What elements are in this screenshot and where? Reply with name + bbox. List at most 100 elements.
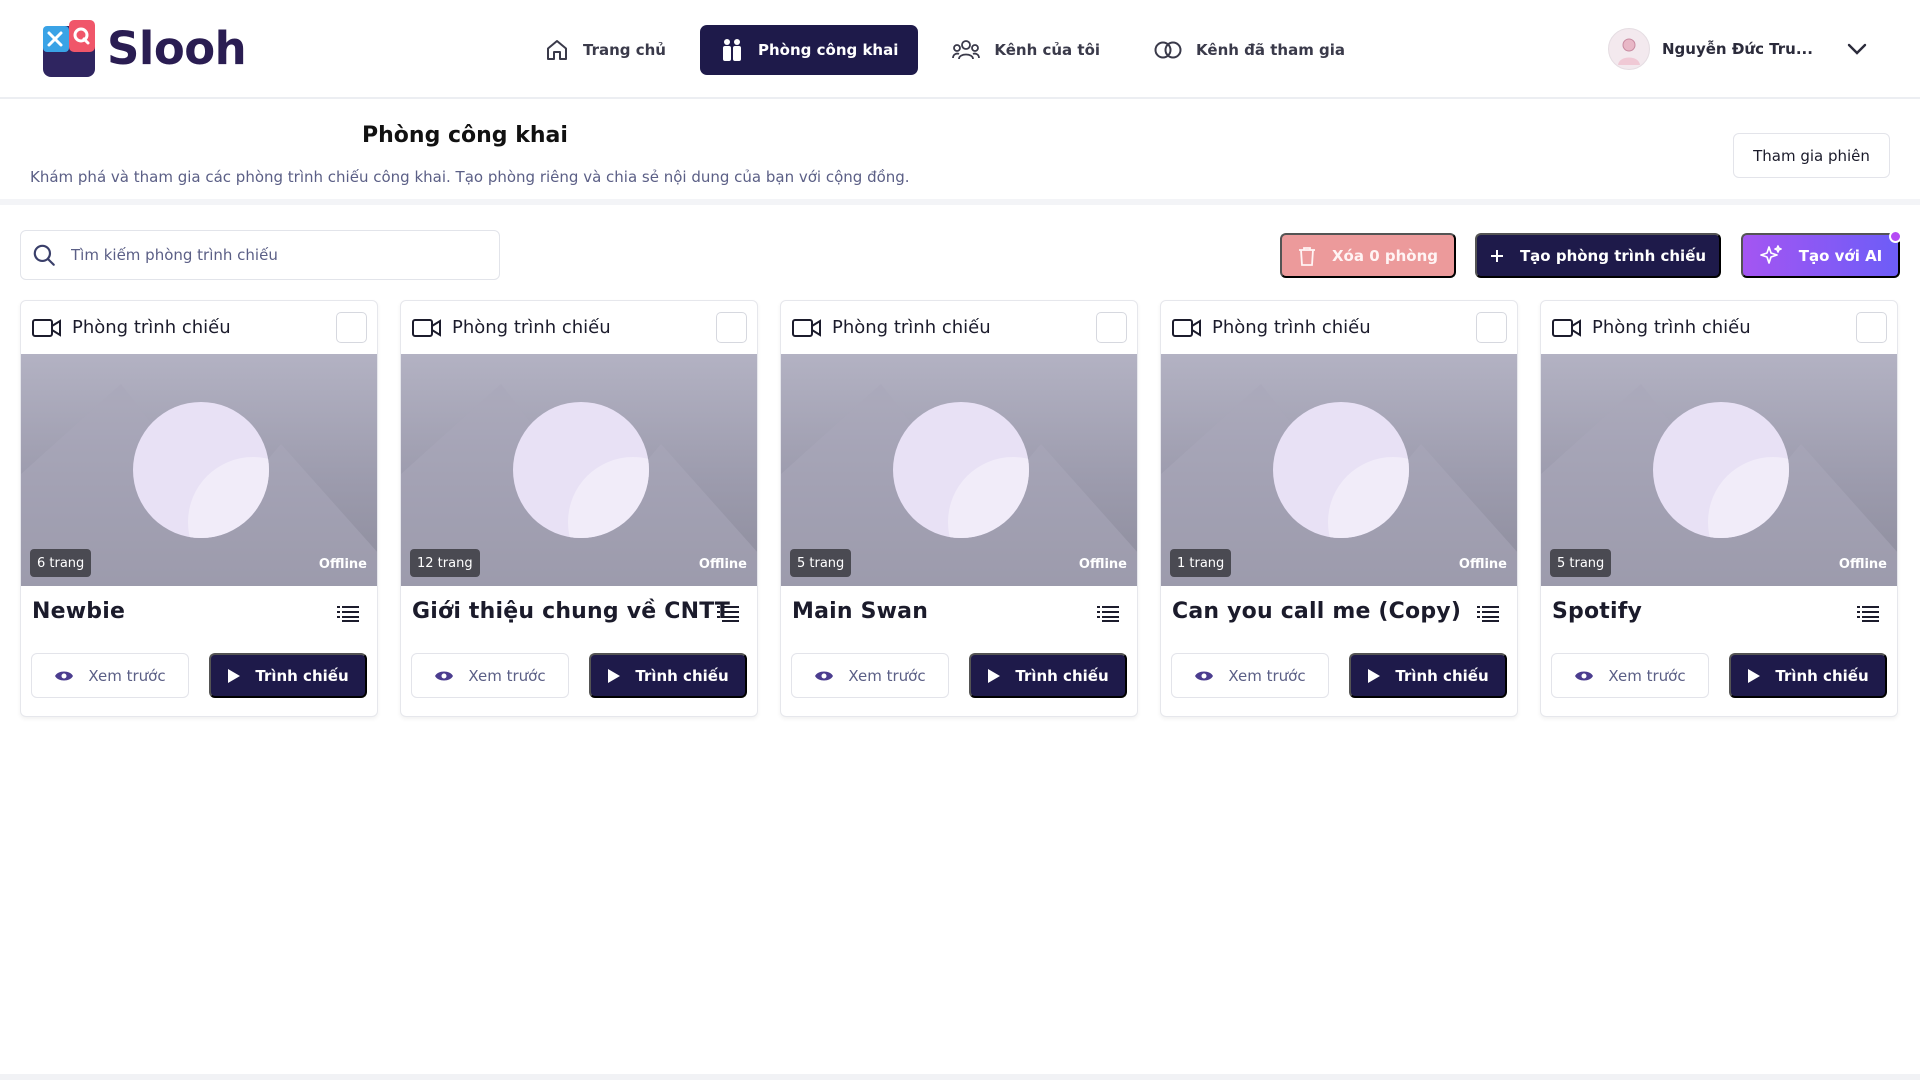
- main-nav: Trang chủ Phòng công khai Kênh của tôi K…: [525, 25, 1365, 75]
- app-name: Slooh: [107, 21, 247, 75]
- status-badge: Offline: [318, 557, 367, 572]
- delete-rooms-label: Xóa 0 phòng: [1331, 246, 1438, 265]
- preview-label: Xem trước: [1608, 666, 1686, 685]
- nav-item-home[interactable]: Trang chủ: [525, 25, 686, 75]
- list-menu-icon[interactable]: [717, 606, 739, 622]
- bottom-divider: [0, 1074, 1920, 1080]
- delete-rooms-button[interactable]: Xóa 0 phòng: [1280, 233, 1456, 278]
- room-type-label: Phòng trình chiếu: [72, 317, 231, 338]
- preview-label: Xem trước: [88, 666, 166, 685]
- eye-icon: [1195, 671, 1214, 680]
- chevron-down-icon[interactable]: [1846, 42, 1868, 56]
- card-title-row: Can you call me (Copy): [1161, 586, 1517, 646]
- people-icon: [723, 39, 741, 61]
- avatar[interactable]: [1608, 28, 1650, 70]
- room-card[interactable]: Phòng trình chiếu 5 trang Offline Spotif…: [1540, 300, 1898, 717]
- room-card[interactable]: Phòng trình chiếu 1 trang Offline Can yo…: [1160, 300, 1518, 717]
- create-room-label: Tạo phòng trình chiếu: [1519, 246, 1707, 265]
- user-menu[interactable]: Nguyễn Đức Tru...: [1608, 28, 1868, 70]
- search-box[interactable]: [20, 230, 500, 280]
- present-button[interactable]: Trình chiếu: [1349, 653, 1507, 698]
- nav-item-public-rooms[interactable]: Phòng công khai: [700, 25, 919, 75]
- card-actions: Xem trước Trình chiếu: [791, 653, 1127, 698]
- room-thumbnail[interactable]: 6 trang Offline: [21, 354, 377, 586]
- select-checkbox[interactable]: [1096, 312, 1127, 343]
- present-label: Trình chiếu: [1775, 666, 1869, 685]
- select-checkbox[interactable]: [1476, 312, 1507, 343]
- page-description: Khám phá và tham gia các phòng trình chi…: [30, 168, 910, 186]
- preview-button[interactable]: Xem trước: [791, 653, 949, 698]
- page-count-badge: 5 trang: [1550, 549, 1612, 577]
- present-label: Trình chiếu: [1395, 666, 1489, 685]
- create-with-ai-label: Tạo với AI: [1798, 246, 1883, 265]
- room-title: Spotify: [1552, 599, 1643, 624]
- room-card[interactable]: Phòng trình chiếu 12 trang Offline Giới …: [400, 300, 758, 717]
- user-name: Nguyễn Đức Tru...: [1662, 40, 1812, 58]
- video-camera-icon: [412, 318, 441, 337]
- logo[interactable]: Slooh: [43, 19, 247, 77]
- room-thumbnail[interactable]: 1 trang Offline: [1161, 354, 1517, 586]
- video-camera-icon: [1552, 318, 1581, 337]
- play-icon: [608, 668, 621, 683]
- avatar-image-icon: [1618, 38, 1640, 65]
- video-camera-icon: [1172, 318, 1201, 337]
- page-count-badge: 12 trang: [410, 549, 480, 577]
- preview-label: Xem trước: [848, 666, 926, 685]
- nav-item-joined-channels[interactable]: Kênh đã tham gia: [1134, 25, 1365, 75]
- page-header: Phòng công khai Khám phá và tham gia các…: [0, 101, 1920, 205]
- nav-label: Phòng công khai: [758, 41, 899, 59]
- room-card[interactable]: Phòng trình chiếu 5 trang Offline Main S…: [780, 300, 1138, 717]
- preview-button[interactable]: Xem trước: [1171, 653, 1329, 698]
- status-badge: Offline: [1458, 557, 1507, 572]
- nav-label: Kênh của tôi: [994, 41, 1101, 59]
- select-checkbox[interactable]: [1856, 312, 1887, 343]
- preview-button[interactable]: Xem trước: [411, 653, 569, 698]
- create-room-button[interactable]: Tạo phòng trình chiếu: [1475, 233, 1721, 278]
- room-title: Newbie: [32, 599, 126, 624]
- present-label: Trình chiếu: [255, 666, 349, 685]
- play-icon: [228, 668, 241, 683]
- list-menu-icon[interactable]: [1097, 606, 1119, 622]
- placeholder-circle: [893, 402, 1029, 538]
- trash-icon: [1298, 246, 1315, 266]
- users-group-icon: [952, 40, 981, 60]
- video-camera-icon: [792, 318, 821, 337]
- card-actions: Xem trước Trình chiếu: [411, 653, 747, 698]
- room-type-label: Phòng trình chiếu: [1212, 317, 1371, 338]
- present-button[interactable]: Trình chiếu: [589, 653, 747, 698]
- select-checkbox[interactable]: [336, 312, 367, 343]
- select-checkbox[interactable]: [716, 312, 747, 343]
- eye-icon: [435, 671, 454, 680]
- join-session-button[interactable]: Tham gia phiên: [1733, 133, 1890, 178]
- room-thumbnail[interactable]: 12 trang Offline: [401, 354, 757, 586]
- video-camera-icon: [32, 318, 61, 337]
- search-input[interactable]: [71, 246, 471, 264]
- room-type-label: Phòng trình chiếu: [452, 317, 611, 338]
- eye-icon: [1575, 671, 1594, 680]
- eye-icon: [55, 671, 74, 680]
- card-title-row: Spotify: [1541, 586, 1897, 646]
- play-icon: [1748, 668, 1761, 683]
- present-button[interactable]: Trình chiếu: [969, 653, 1127, 698]
- status-badge: Offline: [1838, 557, 1887, 572]
- room-thumbnail[interactable]: 5 trang Offline: [1541, 354, 1897, 586]
- home-icon: [547, 40, 567, 60]
- list-menu-icon[interactable]: [1857, 606, 1879, 622]
- room-card[interactable]: Phòng trình chiếu 6 trang Offline Newbie…: [20, 300, 378, 717]
- card-title-row: Main Swan: [781, 586, 1137, 646]
- create-with-ai-button[interactable]: Tạo với AI: [1741, 230, 1902, 278]
- page-count-badge: 1 trang: [1170, 549, 1232, 577]
- present-button[interactable]: Trình chiếu: [1729, 653, 1887, 698]
- linked-rings-icon: [1154, 41, 1182, 59]
- room-thumbnail[interactable]: 5 trang Offline: [781, 354, 1137, 586]
- list-menu-icon[interactable]: [1477, 606, 1499, 622]
- card-actions: Xem trước Trình chiếu: [31, 653, 367, 698]
- present-button[interactable]: Trình chiếu: [209, 653, 367, 698]
- nav-item-my-channels[interactable]: Kênh của tôi: [932, 25, 1120, 75]
- list-menu-icon[interactable]: [337, 606, 359, 622]
- preview-button[interactable]: Xem trước: [31, 653, 189, 698]
- preview-button[interactable]: Xem trước: [1551, 653, 1709, 698]
- room-type-label: Phòng trình chiếu: [1592, 317, 1751, 338]
- search-icon: [33, 244, 55, 266]
- page-count-badge: 6 trang: [30, 549, 92, 577]
